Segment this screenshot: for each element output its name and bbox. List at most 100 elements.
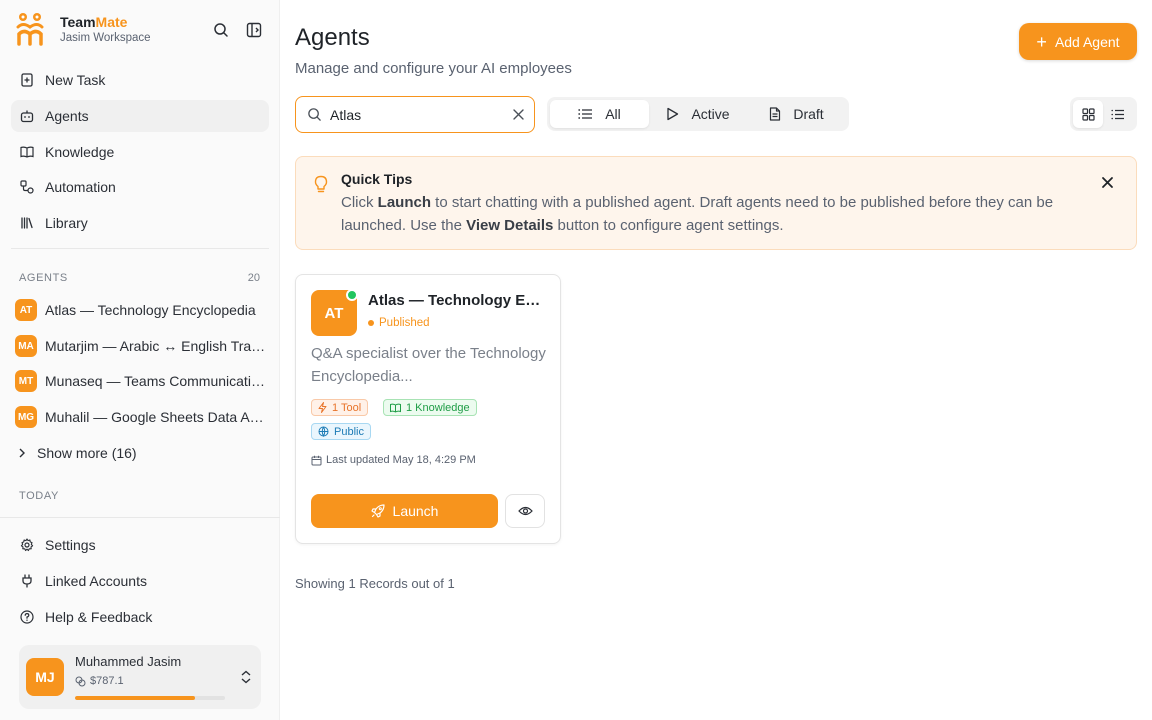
help-icon [19,609,35,625]
nav-new-task[interactable]: New Task [11,64,269,96]
new-task-icon [19,72,35,88]
library-icon [19,215,35,231]
gear-icon [19,537,35,553]
close-icon[interactable] [1101,176,1114,189]
plus-icon: + [1036,31,1047,52]
lightbulb-icon [314,175,328,193]
last-updated: Last updated May 18, 4:29 PM [311,454,476,466]
user-balance: $787.1 [75,675,124,687]
view-toggle [1070,97,1137,131]
nav-label: Agents [45,108,89,124]
lightning-icon [318,402,327,413]
status-filter: All Active Draft [547,97,849,131]
nav-linked-accounts[interactable]: Linked Accounts [11,565,269,597]
book-icon [390,403,401,413]
agent-card[interactable]: AT Atlas — Technology Encyclopedia Publi… [295,274,561,544]
plug-icon [19,573,35,589]
user-profile-card[interactable]: MJ Muhammed Jasim $787.1 [19,645,261,709]
filter-label: All [605,106,621,122]
launch-button[interactable]: Launch [311,494,498,528]
filter-label: Draft [793,106,824,122]
eye-icon [517,506,533,516]
nav-help-feedback[interactable]: Help & Feedback [11,601,269,633]
page-title: Agents [295,24,370,51]
book-icon [19,144,35,160]
nav-settings[interactable]: Settings [11,529,269,561]
nav-label: Linked Accounts [45,573,147,589]
agent-label: Munaseq — Teams Communication Assistant [45,373,269,389]
agents-count: 20 [247,272,260,284]
nav-automation[interactable]: Automation [11,171,269,203]
agent-card-title: Atlas — Technology Encyclopedia [368,292,548,309]
search-input[interactable] [330,106,498,123]
play-icon [666,107,679,121]
tips-title: Quick Tips [341,171,413,187]
agents-section-label: AGENTS [19,272,68,284]
sidebar: TeamMate Jasim Workspace New Task Agents… [0,0,280,720]
globe-icon [318,426,329,437]
view-details-button[interactable] [505,494,545,528]
search-icon[interactable] [211,20,231,40]
coins-icon [75,676,86,686]
divider [0,517,280,518]
list-icon [578,108,593,120]
nav-agents[interactable]: Agents [11,100,269,132]
tips-body: Click Launch to start chatting with a pu… [341,194,1054,234]
balance-amount: $787.1 [90,675,124,687]
grid-icon [1081,107,1095,121]
agent-avatar: MA [15,335,37,357]
agent-avatar: MT [15,370,37,392]
sidebar-agent-item[interactable]: MT Munaseq — Teams Communication Assista… [15,368,269,394]
records-summary: Showing 1 Records out of 1 [295,576,455,591]
launch-label: Launch [392,503,439,519]
quick-tips-banner: Quick Tips Click Launch to start chattin… [295,156,1137,250]
search-box[interactable] [295,96,535,133]
tool-count-pill: 1 Tool [311,399,369,416]
agent-avatar: AT [15,299,37,321]
show-more-label: Show more (16) [37,445,137,461]
automation-icon [19,179,35,195]
filter-active[interactable]: Active [649,100,747,128]
add-agent-button[interactable]: + Add Agent [1019,23,1137,60]
rocket-icon [370,504,385,518]
sidebar-toggle-icon[interactable] [244,20,264,40]
nav-label: Library [45,215,88,231]
list-icon [1111,109,1124,119]
sidebar-agent-item[interactable]: MA Mutarjim — Arabic ↔ English Translato… [15,333,269,359]
show-more-button[interactable]: Show more (16) [17,440,271,466]
today-section-label: TODAY [19,490,59,502]
nav-label: New Task [45,72,106,88]
grid-view-button[interactable] [1073,100,1103,128]
nav-library[interactable]: Library [11,207,269,239]
brand[interactable]: TeamMate Jasim Workspace [16,12,151,46]
sidebar-agent-item[interactable]: MG Muhalil — Google Sheets Data Analyst [15,404,269,430]
teammate-logo-icon [16,13,44,46]
list-view-button[interactable] [1103,100,1133,128]
agent-avatar: MG [15,406,37,428]
chevron-right-icon [19,448,25,458]
visibility-pill: Public [311,423,371,440]
add-agent-label: Add Agent [1054,33,1120,50]
nav-label: Settings [45,537,96,553]
knowledge-count-pill: 1 Knowledge [383,399,477,416]
filter-draft[interactable]: Draft [747,100,846,128]
agent-card-description: Q&A specialist over the Technology Encyc… [311,345,546,385]
nav-label: Knowledge [45,144,115,160]
brand-name: TeamMate [60,13,128,30]
sidebar-agent-item[interactable]: AT Atlas — Technology Encyclopedia [15,297,269,323]
nav-label: Automation [45,179,116,195]
online-status-dot [346,289,358,301]
filter-all[interactable]: All [550,100,649,128]
agent-label: Mutarjim — Arabic ↔ English Translator [45,338,269,354]
nav-knowledge[interactable]: Knowledge [11,136,269,168]
agents-icon [19,108,35,124]
nav-label: Help & Feedback [45,609,153,625]
clear-search-icon[interactable] [512,108,525,121]
divider [11,248,269,249]
page-subtitle: Manage and configure your AI employees [295,60,572,77]
usage-bar-fill [75,696,195,700]
workspace-name: Jasim Workspace [60,31,151,44]
agent-status-badge: Published [368,317,430,329]
agent-label: Atlas — Technology Encyclopedia [45,302,256,318]
calendar-icon [311,455,322,466]
